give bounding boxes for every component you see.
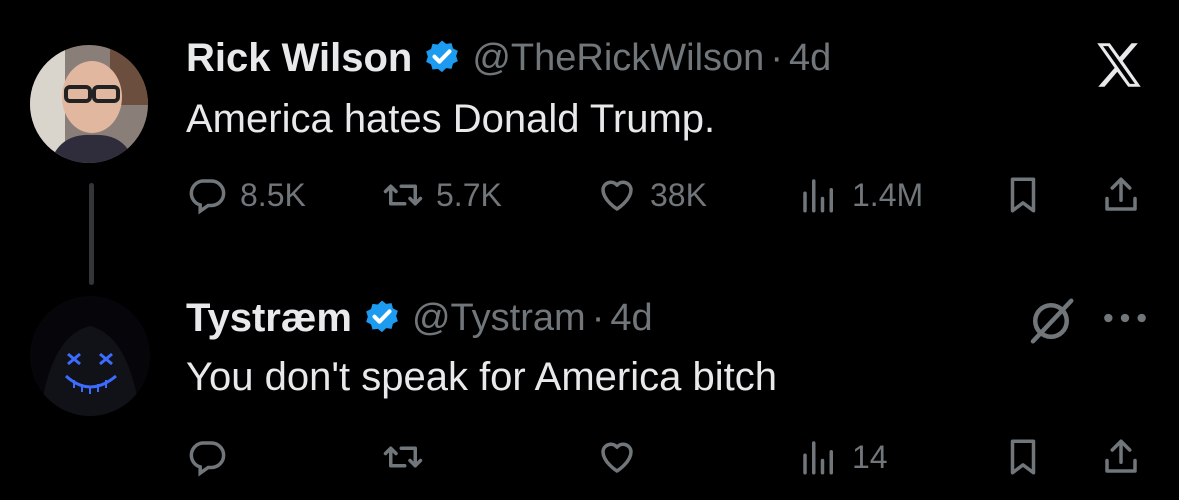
views-button[interactable]: 1.4M: [798, 170, 923, 220]
views-icon: [798, 436, 840, 478]
more-icon[interactable]: [1100, 300, 1150, 336]
view-count: 14: [852, 438, 888, 475]
avatar[interactable]: [30, 296, 150, 416]
tweet-rick-wilson[interactable]: Rick Wilson @TheRickWilson · 4d America …: [0, 0, 1179, 290]
display-name[interactable]: Tystræm: [186, 296, 352, 341]
action-bar: 8.5K 5.7K 38K 1.4M: [186, 170, 1179, 220]
x-logo-icon[interactable]: [1090, 36, 1148, 94]
reply-button[interactable]: [186, 432, 240, 482]
verified-badge-icon: [366, 300, 398, 333]
bookmark-button[interactable]: [1002, 170, 1044, 220]
reply-button[interactable]: 8.5K: [186, 170, 306, 220]
bookmark-button[interactable]: [1002, 432, 1044, 482]
tweet-header: Tystræm @Tystram · 4d: [186, 293, 653, 343]
bookmark-icon: [1002, 436, 1044, 478]
share-icon: [1100, 174, 1142, 216]
display-name[interactable]: Rick Wilson: [186, 36, 412, 81]
separator-dot: ·: [770, 36, 783, 79]
timestamp[interactable]: 4d: [610, 297, 652, 340]
views-button[interactable]: 14: [798, 432, 888, 482]
thread-line: [89, 183, 94, 285]
reply-icon: [186, 174, 228, 216]
share-icon: [1100, 436, 1142, 478]
action-bar: 14: [186, 432, 1179, 482]
like-button[interactable]: 38K: [596, 170, 707, 220]
heart-icon: [596, 174, 638, 216]
share-button[interactable]: [1100, 170, 1142, 220]
repost-icon: [382, 436, 424, 478]
repost-count: 5.7K: [436, 176, 502, 213]
grok-icon[interactable]: [1024, 294, 1078, 348]
repost-button[interactable]: [382, 432, 436, 482]
bookmark-icon: [1002, 174, 1044, 216]
tweet-text: America hates Donald Trump.: [186, 97, 716, 141]
tweet-text: You don't speak for America bitch: [186, 355, 777, 399]
timestamp[interactable]: 4d: [789, 37, 831, 80]
tweet-tystraem[interactable]: Tystræm @Tystram · 4d You don't speak fo…: [0, 290, 1179, 500]
like-button[interactable]: [596, 432, 650, 482]
separator-dot: ·: [591, 296, 605, 339]
share-button[interactable]: [1100, 432, 1142, 482]
like-count: 38K: [650, 176, 707, 213]
handle[interactable]: @Tystram: [412, 297, 586, 340]
heart-icon: [596, 436, 638, 478]
repost-button[interactable]: 5.7K: [382, 170, 502, 220]
reply-count: 8.5K: [240, 176, 306, 213]
reply-icon: [186, 436, 228, 478]
verified-badge-icon: [426, 40, 459, 73]
repost-icon: [382, 174, 424, 216]
views-icon: [798, 174, 840, 216]
handle[interactable]: @TheRickWilson: [472, 37, 764, 80]
tweet-header: Rick Wilson @TheRickWilson · 4d: [186, 33, 831, 83]
view-count: 1.4M: [852, 176, 924, 213]
avatar[interactable]: [30, 45, 148, 163]
